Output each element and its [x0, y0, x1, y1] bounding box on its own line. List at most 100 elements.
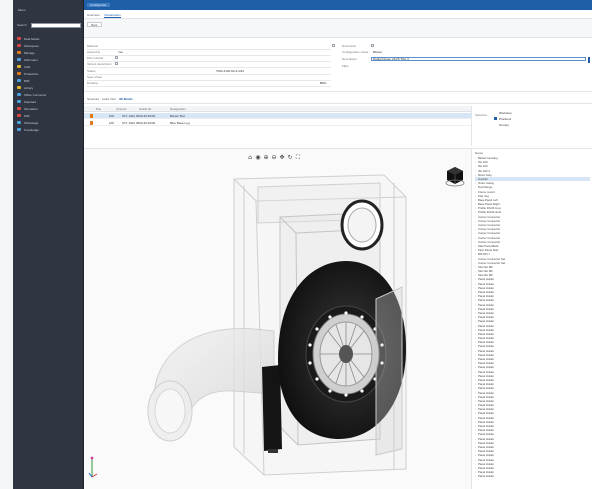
field-divider: [87, 67, 331, 68]
sidebar-item-label: CAD: [24, 64, 31, 69]
window-gutter: [0, 0, 13, 489]
cell-designation: Blower Box: [170, 114, 186, 118]
table-row[interactable]: 100 ST1 1022 3060-40 60/40 Blower Box: [84, 113, 471, 119]
sidebar-item[interactable]: Standard: [17, 98, 81, 105]
field-label-status: Status: [87, 69, 96, 73]
pan-icon[interactable]: ✥: [279, 155, 285, 161]
3d-viewer[interactable]: ⌂ ◉ ⊕ ⊖ ✥ ↻ ⛶: [84, 148, 471, 489]
sidebar-item[interactable]: BIM: [17, 77, 81, 84]
sidebar-item[interactable]: CAD: [17, 63, 81, 70]
sidebar-item[interactable]: Workstage: [17, 119, 81, 126]
sidebar-item[interactable]: Office Connector: [17, 91, 81, 98]
field-value-assembly: Yes: [118, 50, 123, 54]
tree-item[interactable]: › Panel Holder: [475, 474, 590, 478]
column-header-designation[interactable]: Designation: [170, 107, 186, 111]
selection-label: Selection: [475, 113, 488, 117]
field-value-config-name: Blower: [373, 50, 383, 54]
option-workstep[interactable]: Workstep: [499, 111, 512, 115]
zoom-in-icon[interactable]: ⊕: [263, 155, 269, 161]
field-label-variant: Variant description: [87, 62, 112, 66]
sidebar-item[interactable]: Simulation: [17, 105, 81, 112]
sidebar-item-label: Data Model: [24, 36, 40, 41]
sidebar-item-icon: [17, 121, 21, 124]
sidebar-item-icon: [17, 128, 21, 131]
column-header-amount[interactable]: Amount: [116, 107, 126, 111]
field-divider: [87, 61, 331, 62]
field-divider: [87, 80, 331, 81]
field-label-drawing: Drawing: [87, 81, 99, 85]
sidebar-item-icon: [17, 51, 21, 54]
parts-table: Pos Amount Article Nr. Designation 100 S…: [84, 106, 471, 146]
field-label-filter: Filter: [342, 64, 349, 68]
cell-designation: Blue Base Leg: [170, 121, 190, 125]
sidebar-item[interactable]: Production: [17, 70, 81, 77]
sidebar-item-icon: [17, 58, 21, 61]
column-header-article[interactable]: Article Nr.: [139, 107, 152, 111]
sidebar-item-label: Workstage: [24, 120, 39, 125]
sidebar-item-icon: [17, 93, 21, 96]
sidebar-item[interactable]: Knowledge: [17, 126, 81, 133]
sidebar-item[interactable]: Workspace: [17, 42, 81, 49]
rotate-icon[interactable]: ↻: [287, 155, 293, 161]
part-icon: [90, 121, 93, 125]
fit-view-icon[interactable]: ⛶: [295, 155, 301, 161]
back-button[interactable]: Back: [87, 22, 102, 27]
description-edge: [588, 57, 590, 63]
cell-article: ST1 1022 3060-40 60/40: [122, 114, 156, 118]
column-header-pos[interactable]: Pos: [96, 107, 101, 111]
plexi-panel: [375, 286, 403, 456]
option-groups[interactable]: Groups: [499, 123, 509, 127]
sidebar-item-label: Knowledge: [24, 127, 39, 132]
sidebar-search-input[interactable]: [31, 23, 81, 28]
field-label-description: Description: [342, 57, 358, 61]
sidebar-item-icon: [17, 107, 21, 110]
sidebar-item[interactable]: Submodel: [17, 56, 81, 63]
structure-tree: Name › Blower Housing › ISL 100 › ISL 100 › ISL…: [471, 148, 592, 489]
tree-header: Name: [475, 151, 484, 155]
sidebar-item-label: BIM: [24, 78, 30, 83]
sidebar-item[interactable]: Data Model: [17, 35, 81, 42]
sidebar-item-icon: [17, 86, 21, 89]
sidebar-item-icon: [17, 114, 21, 117]
positions-checkbox[interactable]: [494, 117, 497, 120]
sidebar-item-icon: [17, 44, 21, 47]
tab-structure[interactable]: Structure: [87, 97, 99, 102]
sidebar-item-label: Simulation: [24, 106, 39, 111]
blower-model[interactable]: [84, 149, 471, 489]
tab-links[interactable]: Links: [102, 97, 109, 102]
zoom-out-icon[interactable]: ⊖: [271, 155, 277, 161]
option-positions[interactable]: Positions: [499, 117, 511, 121]
tab-overview[interactable]: Overview: [87, 12, 100, 18]
sidebar-item-icon: [17, 65, 21, 68]
sidebar-search: Search: [17, 23, 81, 28]
dimension-checkbox[interactable]: [332, 44, 335, 47]
tab-visualization[interactable]: Visualization: [104, 12, 121, 18]
tab-3d-model[interactable]: 3D-Model: [119, 97, 133, 102]
tab-visit[interactable]: Visit: [110, 97, 116, 102]
sidebar-item-label: Manage: [24, 50, 35, 55]
home-view-icon[interactable]: ⌂: [247, 155, 253, 161]
variant-checkbox[interactable]: [115, 62, 118, 65]
sidebar-item-icon: [17, 100, 21, 103]
nav-cube-icon[interactable]: [444, 163, 466, 187]
sidebar-item[interactable]: PDF: [17, 112, 81, 119]
sidebar-item[interactable]: Library: [17, 84, 81, 91]
properties-form: Material Assembly Yes Part number Varian…: [84, 40, 592, 92]
field-label-assembly: Assembly: [87, 50, 101, 54]
inlet-ring: [340, 199, 384, 251]
cell-amount: 100: [109, 114, 115, 118]
table-row[interactable]: 100 ST1 1022 3060-40 60/40 Blue Base Leg: [84, 120, 471, 126]
drawing-tag: BDG: [320, 81, 327, 85]
sub-tabs: Structure Links Visit 3D-Model: [84, 94, 592, 104]
sidebar-item[interactable]: Manage: [17, 49, 81, 56]
table-header: Pos Amount Article Nr. Designation: [84, 106, 471, 112]
part-number-checkbox[interactable]: [115, 56, 118, 59]
dimension-flag[interactable]: [371, 44, 374, 47]
tree-list: › Blower Housing › ISL 100 › ISL 100 › ISL 100 …: [475, 156, 590, 478]
target-icon[interactable]: ◉: [255, 155, 261, 161]
tree-item-label: Panel Holder: [478, 474, 495, 479]
breadcrumb[interactable]: Configurator: [87, 3, 110, 7]
field-divider: [87, 74, 331, 75]
field-label-spec-sheet: Spec sheet: [87, 75, 103, 79]
sidebar-item-label: Production: [24, 71, 39, 76]
